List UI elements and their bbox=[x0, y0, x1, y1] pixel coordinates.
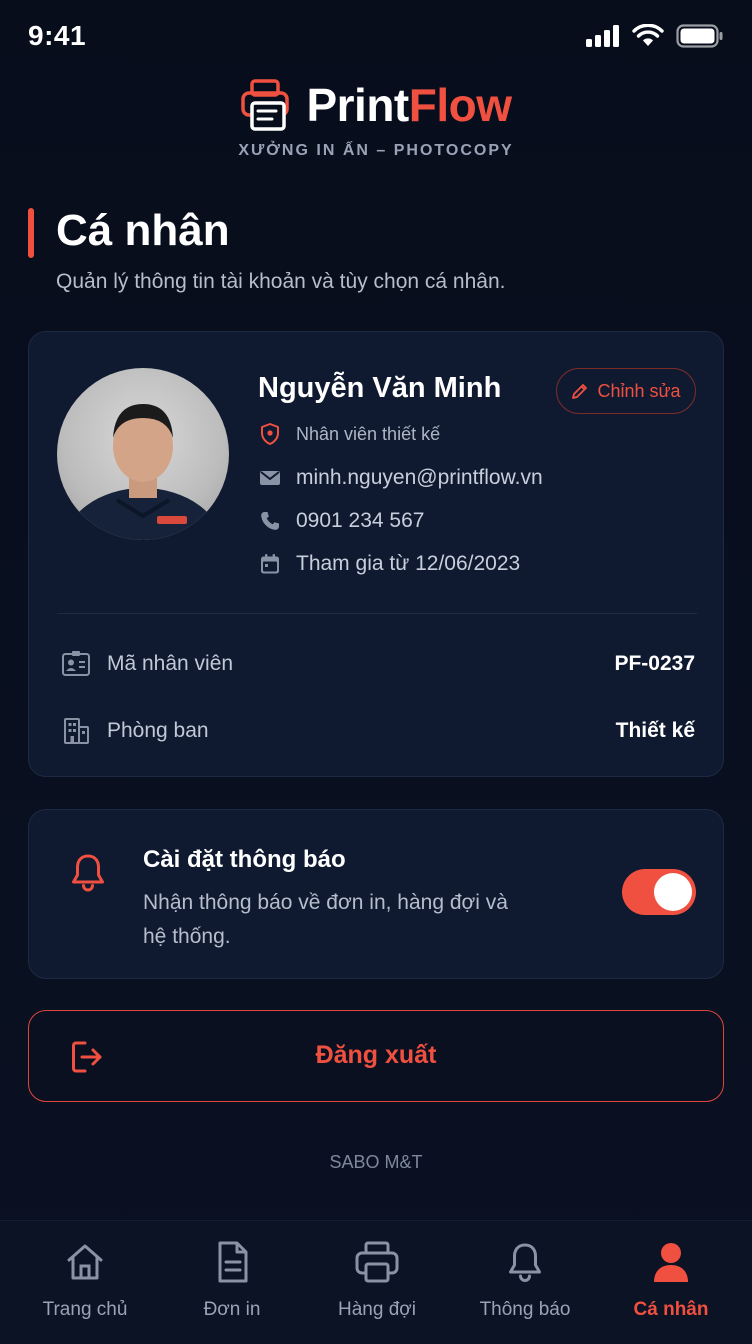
pencil-icon bbox=[572, 384, 588, 399]
notification-settings-title: Cài đặt thông báo bbox=[143, 846, 346, 873]
nav-item-notifications[interactable]: Thông báo bbox=[450, 1239, 600, 1321]
page-title: Cá nhân bbox=[56, 206, 230, 255]
user-icon bbox=[654, 1243, 688, 1282]
wifi-icon bbox=[632, 24, 664, 46]
shield-icon bbox=[261, 423, 279, 445]
signal-icon bbox=[586, 25, 619, 47]
profile-divider bbox=[57, 613, 697, 614]
profile-joined: Tham gia từ 12/06/2023 bbox=[296, 552, 521, 575]
department-label: Phòng ban bbox=[107, 719, 209, 742]
toggle-knob bbox=[654, 873, 692, 911]
app-logo: PrintFlow XƯỞNG IN ẤN – PHOTOCOPY bbox=[0, 78, 752, 160]
home-icon bbox=[67, 1244, 103, 1280]
page-subtitle: Quản lý thông tin tài khoản và tùy chọn … bbox=[56, 270, 506, 293]
role-row: Nhân viên thiết kế bbox=[258, 422, 440, 446]
status-bar: 9:41 bbox=[0, 0, 752, 74]
logout-label: Đăng xuất bbox=[315, 1041, 437, 1069]
avatar bbox=[57, 368, 229, 540]
email-row: minh.nguyen@printflow.vn bbox=[258, 466, 543, 490]
logout-button[interactable]: Đăng xuất bbox=[28, 1010, 724, 1102]
profile-phone: 0901 234 567 bbox=[296, 509, 425, 532]
employee-id-row: Mã nhân viên PF-0237 bbox=[61, 649, 695, 679]
bottom-nav: Trang chủ Đơn in Hàng đợi Thông báo Cá n… bbox=[0, 1220, 752, 1344]
department-value: Thiết kế bbox=[615, 719, 695, 742]
id-card-icon bbox=[62, 651, 90, 676]
nav-label-notifications: Thông báo bbox=[479, 1299, 571, 1320]
notification-toggle[interactable] bbox=[622, 869, 696, 915]
nav-item-queue[interactable]: Hàng đợi bbox=[302, 1239, 452, 1321]
status-icons bbox=[586, 24, 724, 48]
edit-profile-button[interactable]: Chỉnh sửa bbox=[556, 368, 696, 414]
brand-name: PrintFlow bbox=[306, 79, 512, 131]
phone-row: 0901 234 567 bbox=[258, 509, 424, 533]
nav-label-home: Trang chủ bbox=[42, 1299, 128, 1320]
edit-profile-label: Chỉnh sửa bbox=[597, 380, 681, 401]
calendar-icon bbox=[261, 554, 279, 574]
profile-email: minh.nguyen@printflow.vn bbox=[296, 466, 543, 489]
nav-label-profile: Cá nhân bbox=[633, 1299, 709, 1320]
notification-settings-card: Cài đặt thông báo Nhận thông báo về đơn … bbox=[28, 809, 724, 979]
profile-screen: 9:41 PrintFlow XƯỞNG IN ẤN – PHOTOCOPY C… bbox=[0, 0, 752, 1344]
printer-icon bbox=[355, 1241, 399, 1283]
employee-id-value: PF-0237 bbox=[614, 652, 695, 675]
status-time: 9:41 bbox=[28, 20, 87, 51]
mail-icon bbox=[260, 471, 280, 485]
nav-item-profile[interactable]: Cá nhân bbox=[596, 1239, 746, 1321]
building-icon bbox=[64, 718, 89, 744]
profile-role: Nhân viên thiết kế bbox=[296, 423, 441, 444]
document-icon bbox=[218, 1241, 248, 1283]
department-row: Phòng ban Thiết kế bbox=[61, 716, 695, 746]
profile-name: Nguyễn Văn Minh bbox=[258, 372, 502, 404]
employee-id-label: Mã nhân viên bbox=[107, 652, 234, 675]
joined-row: Tham gia từ 12/06/2023 bbox=[258, 552, 520, 576]
brand-tagline: XƯỞNG IN ẤN – PHOTOCOPY bbox=[238, 142, 514, 159]
nav-item-orders[interactable]: Đơn in bbox=[157, 1239, 307, 1321]
battery-icon bbox=[676, 24, 723, 48]
bell-icon bbox=[509, 1243, 541, 1282]
bell-icon bbox=[72, 854, 104, 892]
profile-card: Nguyễn Văn Minh Chỉnh sửa Nhân viên thiế… bbox=[28, 331, 724, 777]
printer-logo-icon bbox=[241, 79, 290, 131]
phone-icon bbox=[261, 512, 279, 530]
notification-settings-description: Nhận thông báo về đơn in, hàng đợi và hệ… bbox=[143, 891, 508, 948]
heading-accent-bar bbox=[28, 208, 34, 258]
nav-label-queue: Hàng đợi bbox=[338, 1299, 416, 1320]
nav-item-home[interactable]: Trang chủ bbox=[10, 1239, 160, 1321]
footer-brand: SABO M&T bbox=[329, 1152, 423, 1172]
nav-label-orders: Đơn in bbox=[203, 1299, 261, 1320]
